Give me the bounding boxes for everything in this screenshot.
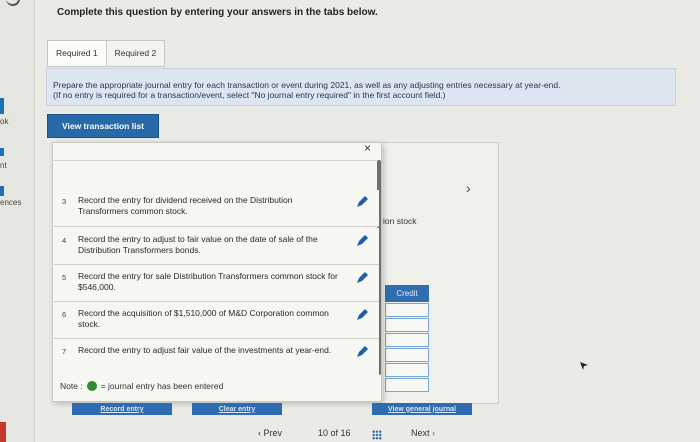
credit-column-header: Credit (385, 285, 429, 302)
credit-input[interactable] (385, 318, 429, 332)
account-name-partial: ion stock (383, 216, 417, 226)
tab-required-2[interactable]: Required 2 (107, 41, 165, 66)
nav-indicator (0, 186, 4, 196)
requirement-tabs: Required 1 Required 2 (47, 40, 166, 67)
close-icon[interactable]: × (364, 141, 371, 155)
pencil-icon[interactable] (356, 235, 368, 247)
transaction-number: 4 (62, 236, 67, 245)
next-button[interactable]: Next › (411, 428, 435, 438)
transaction-item[interactable]: 6 Record the acquisition of $1,510,000 o… (54, 302, 379, 339)
transaction-number: 5 (62, 273, 67, 282)
side-red-marker (0, 422, 6, 442)
divider (52, 160, 377, 161)
pencil-icon[interactable] (356, 309, 368, 321)
transaction-item[interactable]: 5 Record the entry for sale Distribution… (54, 265, 379, 302)
transaction-description: Record the entry for dividend received o… (78, 195, 293, 216)
pencil-icon[interactable] (356, 196, 368, 208)
side-label-ok[interactable]: ok (0, 117, 8, 126)
prompt-line-1: Prepare the appropriate journal entry fo… (53, 80, 561, 90)
entered-dot-icon (86, 381, 97, 391)
curve-icon (6, 0, 20, 6)
prompt-line-2: (If no entry is required for a transacti… (53, 90, 446, 100)
left-side-panel: ok nt ences (0, 0, 35, 442)
pencil-icon[interactable] (356, 346, 368, 358)
transaction-description: Record the entry to adjust fair value of… (78, 345, 332, 355)
nav-indicator (0, 98, 4, 114)
next-label: Next (411, 428, 430, 438)
credit-input[interactable] (385, 333, 429, 347)
view-transaction-list-button[interactable]: View transaction list (47, 114, 159, 138)
view-general-journal-button[interactable]: View general journal (372, 403, 472, 415)
cursor-icon (580, 362, 588, 370)
transaction-item[interactable]: 3 Record the entry for dividend received… (54, 190, 379, 227)
side-label-ences[interactable]: ences (0, 198, 21, 207)
legend-note: Note : = journal entry has been entered (60, 381, 223, 391)
credit-input[interactable] (385, 348, 429, 362)
chevron-right-icon: › (432, 428, 436, 438)
transaction-item[interactable]: 7 Record the entry to adjust fair value … (54, 339, 379, 375)
record-entry-button[interactable]: Record entry (72, 403, 172, 415)
pencil-icon[interactable] (356, 272, 368, 284)
note-prefix: Note : (60, 381, 83, 391)
prev-label: Prev (263, 428, 283, 438)
transaction-description: Record the entry for sale Distribution T… (78, 271, 338, 292)
credit-input[interactable] (385, 303, 429, 317)
transaction-number: 3 (62, 197, 67, 206)
credit-input[interactable] (385, 363, 429, 377)
transaction-number: 7 (62, 347, 67, 356)
side-label-nt[interactable]: nt (0, 161, 7, 170)
question-prompt: Prepare the appropriate journal entry fo… (46, 68, 676, 106)
transaction-description: Record the acquisition of $1,510,000 of … (78, 308, 329, 329)
transaction-number: 6 (62, 310, 67, 319)
nav-indicator (0, 148, 4, 156)
note-text: = journal entry has been entered (100, 381, 224, 391)
grid-icon[interactable] (372, 430, 382, 440)
tab-required-1[interactable]: Required 1 (48, 41, 107, 66)
page-position: 10 of 16 (318, 428, 351, 438)
credit-input[interactable] (385, 378, 429, 392)
transaction-description: Record the entry to adjust to fair value… (78, 234, 318, 255)
chevron-left-icon: ‹ (258, 428, 261, 438)
instruction-text: Complete this question by entering your … (57, 7, 378, 18)
prev-button[interactable]: ‹ Prev (258, 428, 282, 438)
clear-entry-button[interactable]: Clear entry (192, 403, 282, 415)
transaction-item[interactable]: 4 Record the entry to adjust to fair val… (54, 228, 379, 265)
chevron-right-icon[interactable]: › (466, 180, 471, 196)
